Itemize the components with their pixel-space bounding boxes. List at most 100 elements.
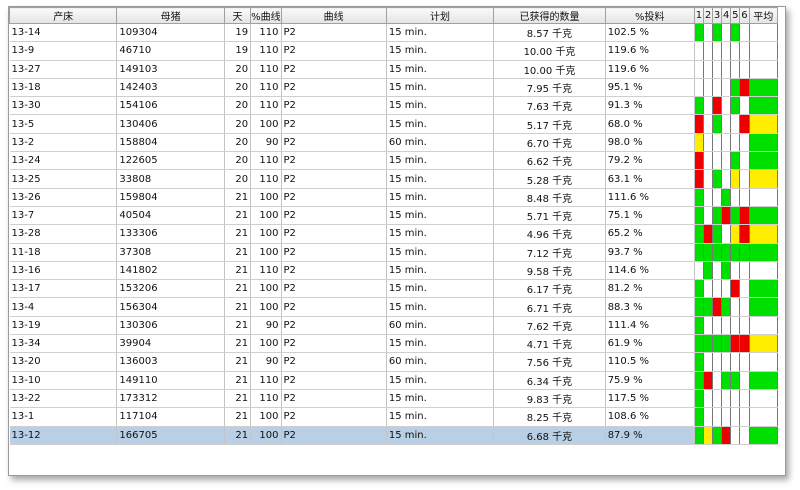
status-indicator	[749, 316, 777, 334]
table-row[interactable]: 13-10 149110 21 110 P2 15 min. 6.34 千克 75.9 %	[9, 371, 778, 390]
table-row[interactable]: 13-25 33808 20 110 P2 15 min. 5.28 千克 63.1 %	[9, 169, 778, 189]
table-row[interactable]: 13-27 149103 20 110 P2 15 min. 10.00 千克 119.6 %	[9, 60, 778, 79]
day-4-status-cell	[721, 389, 732, 409]
cell-curve: P2	[281, 243, 387, 262]
status-indicator	[713, 389, 721, 407]
day-2-status-cell	[703, 188, 714, 207]
table-row[interactable]: 13-17 153206 21 100 P2 15 min. 6.17 千克 81.2 %	[9, 279, 778, 299]
table-row[interactable]: 13-20 136003 21 90 P2 60 min. 7.56 千克 110.5 %	[9, 352, 778, 372]
cell-bed: 13-4	[9, 297, 118, 317]
table-row[interactable]: 13-14 109304 19 110 P2 15 min. 8.57 千克 102.5 %	[9, 23, 778, 43]
cell-bed: 13-26	[9, 188, 118, 207]
table-row[interactable]: 13-26 159804 21 100 P2 15 min. 8.48 千克 111.6 %	[9, 188, 778, 207]
status-indicator	[740, 24, 748, 41]
cell-quantity: 8.57 千克	[493, 23, 606, 43]
col-header-plan[interactable]: 计划	[385, 7, 495, 24]
table-row[interactable]: 13-5 130406 20 100 P2 15 min. 5.17 千克 68.0 %	[9, 114, 778, 134]
table-row[interactable]: 13-2 158804 20 90 P2 60 min. 6.70 千克 98.0 %	[9, 133, 778, 153]
status-indicator	[749, 298, 777, 316]
day-1-status-cell	[694, 188, 704, 207]
cell-quantity: 10.00 千克	[493, 60, 606, 79]
col-header-day-1[interactable]: 1	[693, 7, 704, 24]
status-indicator	[703, 316, 712, 334]
col-header-day-2[interactable]: 2	[702, 7, 714, 24]
table-row[interactable]: 13-4 156304 21 100 P2 15 min. 6.71 千克 88.3 %	[9, 297, 778, 317]
day-3-status-cell	[712, 133, 723, 153]
status-indicator	[722, 335, 730, 352]
day-6-status-cell	[739, 371, 750, 390]
col-header-bed[interactable]: 产床	[9, 7, 118, 24]
day-6-status-cell	[739, 224, 750, 244]
status-indicator	[703, 280, 712, 297]
table-row[interactable]: 13-22 173312 21 110 P2 15 min. 9.83 千克 117.5 %	[9, 389, 778, 409]
cell-plan: 15 min.	[386, 261, 495, 281]
col-header-day-5[interactable]: 5	[730, 7, 741, 24]
col-header-sow[interactable]: 母猪	[116, 7, 225, 24]
day-4-status-cell	[721, 261, 732, 281]
status-indicator	[749, 389, 777, 407]
status-indicator	[740, 353, 748, 371]
table-row[interactable]: 13-9 46710 19 110 P2 15 min. 10.00 千克 119.6 %	[9, 41, 778, 61]
cell-curve-percent: 110	[250, 169, 282, 189]
status-indicator	[713, 42, 721, 60]
table-row[interactable]: 13-7 40504 21 100 P2 15 min. 5.71 千克 75.1 %	[9, 206, 778, 226]
cell-day: 20	[224, 114, 252, 134]
table-row[interactable]: 11-18 37308 21 100 P2 15 min. 7.12 千克 93.7 %	[9, 243, 778, 262]
table-row[interactable]: 13-1 117104 21 100 P2 15 min. 8.25 千克 108.6 %	[9, 407, 778, 427]
table-row[interactable]: 13-28 133306 21 100 P2 15 min. 4.96 千克 65.2 %	[9, 224, 778, 244]
day-4-status-cell	[721, 371, 732, 390]
status-indicator	[740, 298, 748, 316]
col-header-curve-percent[interactable]: %曲线	[250, 7, 282, 24]
col-header-curve[interactable]: 曲线	[280, 7, 387, 24]
status-indicator	[713, 60, 721, 78]
col-header-day-3[interactable]: 3	[712, 7, 723, 24]
day-4-status-cell	[721, 169, 732, 189]
table-row[interactable]: 13-24 122605 20 110 P2 15 min. 6.62 千克 79.2 %	[9, 151, 778, 171]
status-indicator	[694, 97, 703, 114]
cell-curve-percent: 100	[250, 114, 282, 134]
col-header-average[interactable]: 平均	[748, 7, 778, 24]
day-1-status-cell	[694, 96, 704, 116]
table-row[interactable]: 13-16 141802 21 110 P2 15 min. 9.58 千克 114.6 %	[9, 261, 778, 281]
cell-sow: 156304	[116, 297, 225, 317]
day-2-status-cell	[703, 114, 714, 134]
status-indicator	[740, 316, 748, 334]
status-indicator	[749, 408, 777, 426]
cell-curve: P2	[281, 114, 387, 134]
cell-quantity: 6.34 千克	[493, 371, 606, 390]
cell-bed: 13-1	[9, 407, 118, 427]
status-indicator	[740, 280, 748, 297]
cell-sow: 46710	[116, 41, 225, 61]
col-header-day[interactable]: 天	[223, 7, 252, 24]
status-indicator	[694, 60, 703, 78]
cell-curve-percent: 110	[250, 78, 282, 98]
col-header-feed-percent[interactable]: %投料	[604, 7, 695, 24]
average-status-cell	[749, 371, 778, 390]
col-header-day-6[interactable]: 6	[739, 7, 750, 24]
average-status-cell	[749, 407, 778, 427]
status-indicator	[713, 298, 721, 316]
average-status-cell	[749, 60, 778, 79]
cell-curve: P2	[281, 297, 387, 317]
cell-plan: 15 min.	[386, 78, 495, 98]
status-indicator	[731, 60, 739, 78]
day-5-status-cell	[730, 96, 741, 116]
col-header-quantity[interactable]: 已获得的数量	[493, 7, 606, 24]
status-indicator	[703, 371, 712, 389]
average-status-cell	[749, 96, 778, 116]
day-6-status-cell	[739, 243, 750, 262]
day-4-status-cell	[721, 23, 732, 43]
status-indicator	[740, 408, 748, 426]
status-indicator	[749, 60, 777, 78]
status-indicator	[731, 408, 739, 426]
table-row[interactable]: 13-12 166705 21 100 P2 15 min. 6.68 千克 87.9 %	[9, 426, 778, 445]
table-row[interactable]: 13-18 142403 20 110 P2 15 min. 7.95 千克 95.1 %	[9, 78, 778, 98]
col-header-day-4[interactable]: 4	[721, 7, 732, 24]
table-row[interactable]: 13-19 130306 21 90 P2 60 min. 7.62 千克 111.4 %	[9, 316, 778, 336]
table-row[interactable]: 13-30 154106 20 110 P2 15 min. 7.63 千克 91.3 %	[9, 96, 778, 116]
status-indicator	[713, 97, 721, 114]
table-row[interactable]: 13-34 39904 21 100 P2 15 min. 4.71 千克 61.9 %	[9, 334, 778, 354]
status-indicator	[703, 152, 712, 169]
status-indicator	[749, 426, 777, 444]
day-2-status-cell	[703, 261, 714, 281]
